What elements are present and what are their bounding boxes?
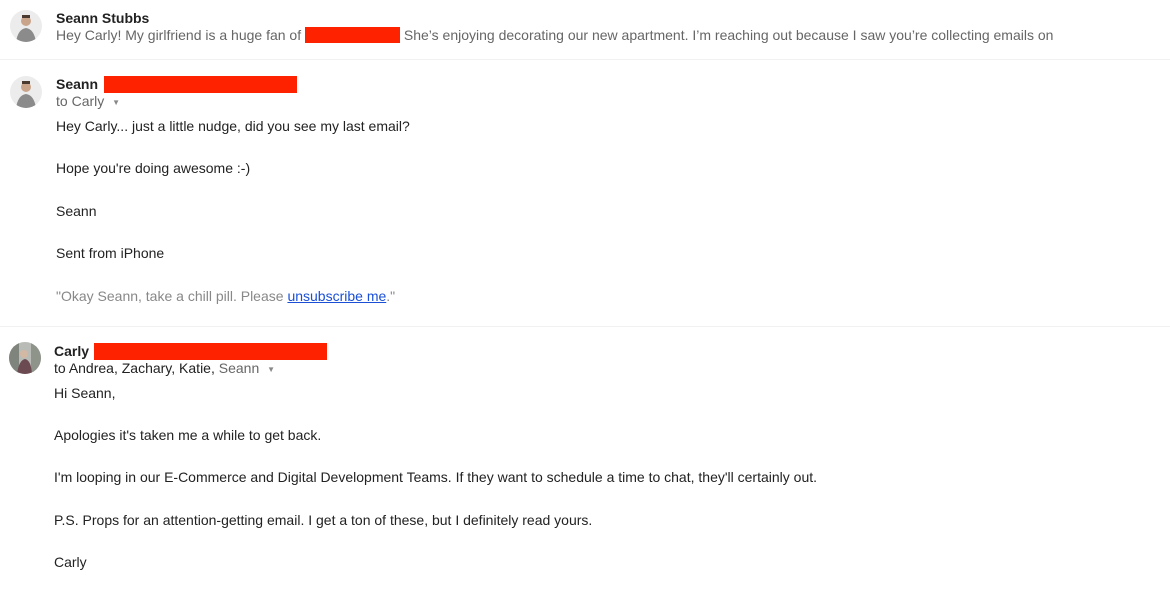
sender-name: Seann Stubbs: [56, 10, 150, 26]
body-line: I'm looping in our E-Commerce and Digita…: [54, 469, 818, 485]
sender-first-name: Seann: [56, 76, 99, 92]
annotation-text-end: .": [386, 288, 396, 304]
body-line: Hey Carly... just a little nudge, did yo…: [56, 118, 410, 134]
email-message: Seann to Carly ▼ Hey Carly... just a lit…: [0, 61, 1170, 327]
body-line: Seann: [56, 203, 97, 219]
body-line: Hope you're doing awesome :-): [56, 160, 251, 176]
user-avatar-icon: [10, 10, 42, 42]
sender-name: Carly: [54, 343, 327, 360]
body-line: Sent from iPhone: [56, 245, 165, 261]
body-line: P.S. Props for an attention-getting emai…: [54, 512, 593, 528]
recipients-line[interactable]: to Andrea, Zachary, Katie, Seann ▼: [54, 360, 275, 376]
body-line: Carly: [54, 554, 87, 570]
recipients: Andrea, Zachary, Katie,: [68, 360, 215, 376]
annotation-line: "Okay Seann, take a chill pill. Please u…: [56, 288, 395, 304]
email-message: Carly to Andrea, Zachary, Katie, Seann ▼…: [0, 328, 1170, 591]
unsubscribe-link[interactable]: unsubscribe me: [287, 288, 386, 304]
user-avatar-icon: [9, 342, 41, 374]
recipients-line[interactable]: to Carly ▼: [56, 93, 120, 109]
recipients-other: Seann: [218, 360, 260, 376]
recipients: Carly: [71, 93, 105, 109]
caret-down-icon[interactable]: ▼: [267, 365, 275, 374]
recipients-prefix: to: [54, 360, 66, 376]
body-line: Apologies it's taken me a while to get b…: [54, 427, 322, 443]
sender-name: Seann: [56, 76, 297, 93]
user-avatar-icon: [10, 76, 42, 108]
message-snippet: Hey Carly! My girlfriend is a huge fan o…: [56, 27, 1053, 43]
snippet-text-before: Hey Carly! My girlfriend is a huge fan o…: [56, 27, 302, 43]
annotation-text: "Okay Seann, take a chill pill. Please: [56, 288, 288, 304]
caret-down-icon[interactable]: ▼: [112, 98, 120, 107]
recipients-prefix: to: [56, 93, 68, 109]
sender-first-name: Carly: [54, 343, 90, 359]
redaction-block: [103, 76, 297, 93]
redaction-block: [93, 343, 327, 360]
body-line: Hi Seann,: [54, 385, 116, 401]
snippet-text-after: She’s enjoying decorating our new apartm…: [403, 27, 1054, 43]
collapsed-message[interactable]: Seann Stubbs Hey Carly! My girlfriend is…: [0, 0, 1170, 60]
redaction-block: [305, 27, 400, 43]
